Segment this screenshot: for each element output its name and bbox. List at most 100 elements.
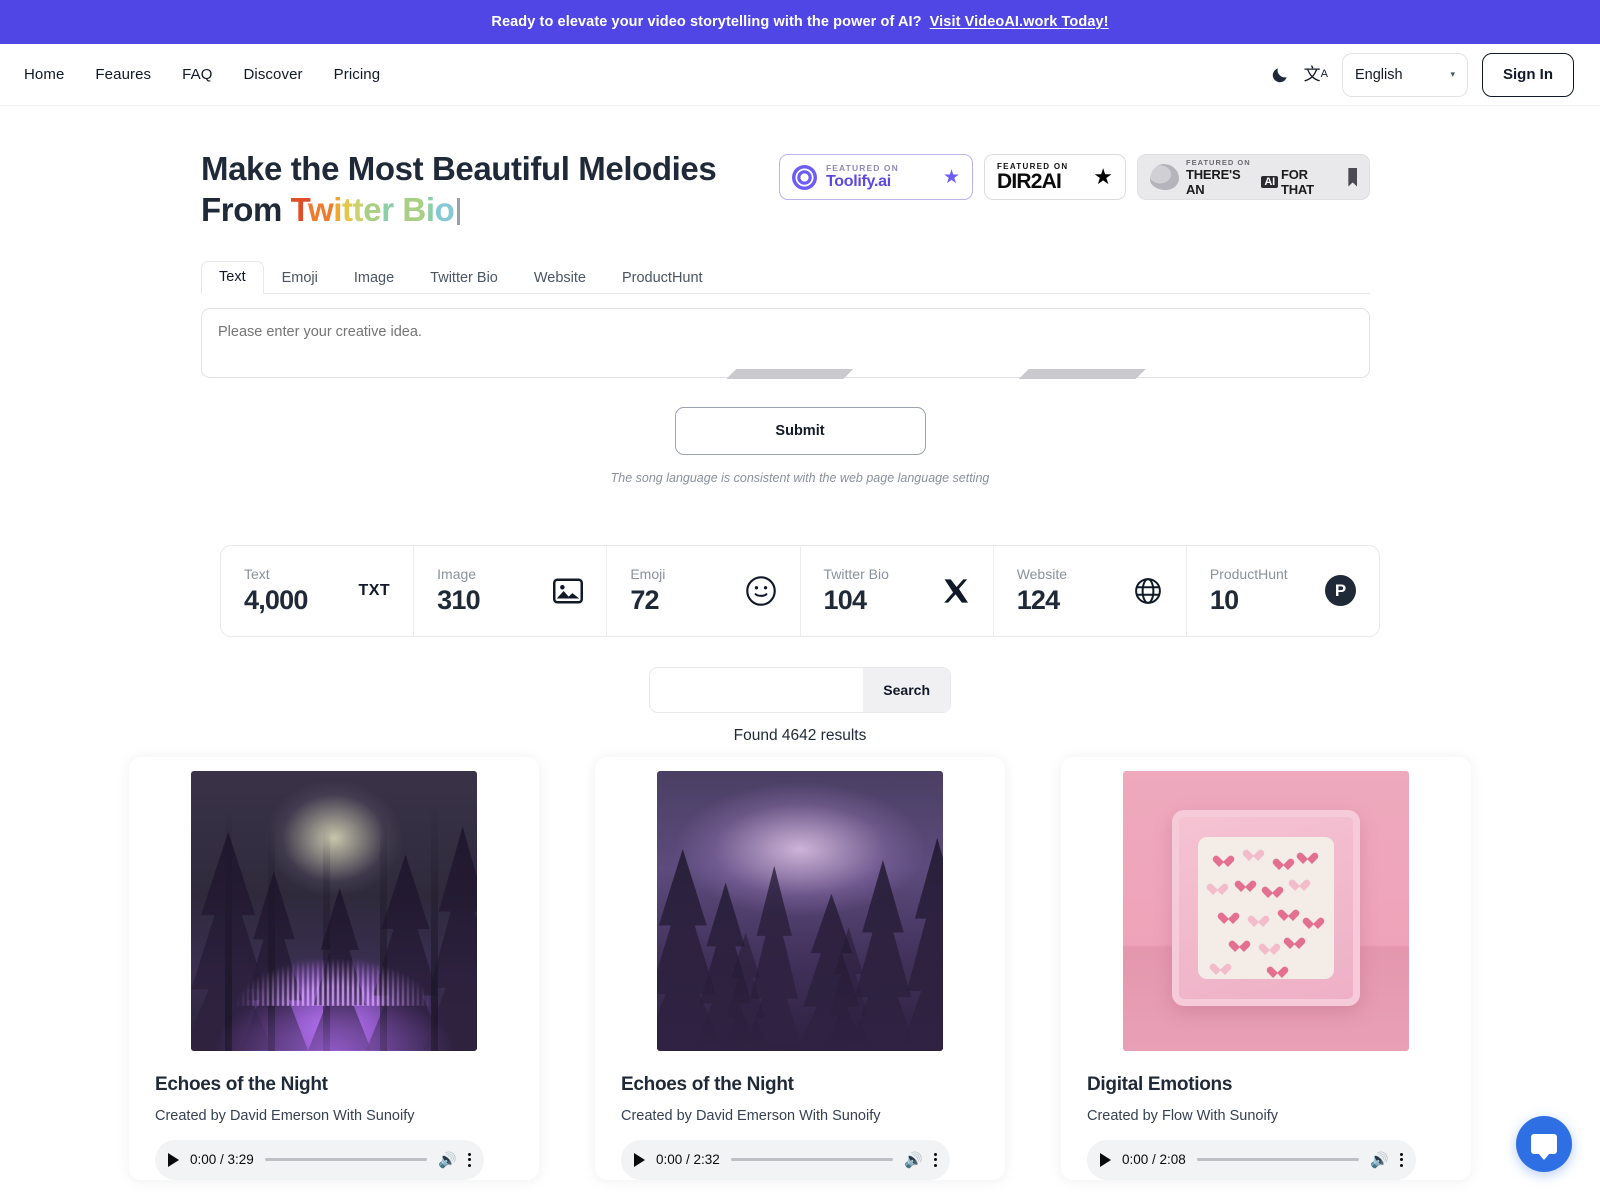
song-card[interactable]: Echoes of the Night Created by David Eme… [595, 756, 1005, 1180]
toolify-logo-icon [792, 164, 817, 190]
textarea-resize-grip[interactable] [210, 368, 1370, 379]
stat-twitter-bio-label: Twitter Bio [823, 565, 889, 582]
generator-tabs: Text Emoji Image Twitter Bio Website Pro… [201, 260, 1370, 294]
nav-right-controls: 文A English ▾ Sign In [1270, 52, 1574, 97]
song-creator: Created by Flow With Sunoify [1087, 1107, 1278, 1124]
stat-producthunt-value: 10 [1209, 584, 1239, 615]
picture-icon [553, 578, 584, 604]
tab-emoji[interactable]: Emoji [264, 262, 336, 294]
nav-links: Home Feaures FAQ Discover Pricing [24, 66, 380, 83]
submit-button[interactable]: Submit [674, 406, 926, 455]
stat-website: Website 124 [994, 545, 1187, 636]
audio-time-display: 0:00 / 3:29 [190, 1152, 254, 1167]
badge-dir2ai[interactable]: FEATURED ON DIR2AI ★ [984, 154, 1126, 200]
stat-text-value: 4,000 [244, 584, 308, 615]
bookmark-icon [1348, 167, 1357, 187]
stat-image: Image 310 [414, 545, 608, 636]
search-row: Search [0, 666, 1600, 713]
smiley-icon [745, 575, 777, 607]
translate-icon[interactable]: 文A [1304, 66, 1328, 83]
tab-producthunt[interactable]: ProductHunt [604, 262, 721, 294]
promo-banner-link[interactable]: Visit VideoAI.work Today! [930, 14, 1109, 30]
nav-item-discover[interactable]: Discover [243, 66, 302, 83]
audio-progress-slider[interactable] [264, 1157, 428, 1162]
play-button[interactable] [1100, 1152, 1111, 1167]
artwork-trees [657, 771, 943, 1051]
song-card-grid: Echoes of the Night Created by David Eme… [0, 756, 1600, 1180]
audio-progress-slider[interactable] [730, 1157, 894, 1162]
producthunt-icon: P [1325, 575, 1357, 606]
badge-toolify-brand: Toolify.ai [826, 173, 891, 190]
play-button[interactable] [168, 1152, 179, 1167]
submit-row: Submit [24, 406, 1576, 455]
hero-gradient-word: Twitter Bio [290, 191, 455, 229]
featured-badges: FEATURED ON Toolify.ai ★ FEATURED ON DIR… [779, 148, 1576, 200]
star-icon: ★ [1093, 164, 1113, 189]
star-icon: ★ [942, 166, 960, 188]
more-options-icon[interactable] [934, 1150, 937, 1169]
language-select[interactable]: English ▾ [1342, 52, 1468, 97]
promo-banner-text: Ready to elevate your video storytelling… [491, 14, 922, 30]
badge-taaft-chip: AI [1261, 175, 1278, 188]
results-count: Found 4642 results [733, 726, 867, 744]
main-navbar: Home Feaures FAQ Discover Pricing 文A Eng… [0, 44, 1600, 106]
audio-progress-slider[interactable] [1196, 1157, 1360, 1162]
volume-icon[interactable]: 🔊 [1370, 1151, 1389, 1169]
chat-widget-button[interactable] [1516, 1116, 1572, 1172]
song-artwork [657, 770, 943, 1051]
artwork-waveform [202, 945, 466, 1006]
artwork-frame [1171, 809, 1361, 1006]
sign-in-button[interactable]: Sign In [1482, 52, 1574, 97]
hero-title-line1: Make the Most Beautiful Melodies [201, 150, 717, 187]
search-input[interactable] [650, 667, 864, 712]
chevron-down-icon: ▾ [1450, 69, 1455, 79]
tab-text[interactable]: Text [201, 260, 264, 294]
stat-twitter-bio-value: 104 [823, 584, 867, 615]
hero-title-line2-prefix: From [201, 191, 291, 229]
song-card[interactable]: Echoes of the Night Created by David Eme… [129, 756, 539, 1180]
globe-icon [1133, 576, 1163, 606]
song-card[interactable]: Digital Emotions Created by Flow With Su… [1061, 756, 1471, 1180]
cat-logo-icon [1150, 164, 1179, 190]
badge-toolify[interactable]: FEATURED ON Toolify.ai ★ [779, 154, 973, 200]
more-options-icon[interactable] [468, 1150, 471, 1169]
stat-website-value: 124 [1016, 584, 1060, 615]
stat-twitter-bio: Twitter Bio 104 [801, 545, 994, 636]
badge-taaft-brand-part1: THERE'S AN [1186, 166, 1241, 197]
nav-item-home[interactable]: Home [24, 66, 64, 83]
badge-taaft-brand: THERE'S AN AI FOR THAT [1186, 167, 1341, 197]
song-title: Digital Emotions [1087, 1073, 1233, 1095]
song-creator: Created by David Emerson With Sunoify [621, 1107, 881, 1124]
x-twitter-icon [942, 577, 970, 605]
more-options-icon[interactable] [1400, 1150, 1403, 1169]
audio-time-display: 0:00 / 2:32 [656, 1152, 720, 1167]
badge-taaft-featured-label: FEATURED ON [1186, 157, 1251, 167]
stat-producthunt-label: ProductHunt [1209, 565, 1288, 582]
play-button[interactable] [634, 1152, 645, 1167]
stat-emoji-value: 72 [630, 584, 659, 615]
artwork-hearts [1197, 836, 1335, 979]
stats-bar: Text 4,000 TXT Image 310 Emoji 72 Twitte… [220, 544, 1380, 637]
stat-image-value: 310 [437, 584, 480, 615]
nav-item-pricing[interactable]: Pricing [334, 66, 381, 83]
stat-image-label: Image [437, 565, 477, 582]
nav-item-features[interactable]: Feaures [95, 66, 151, 83]
nav-item-faq[interactable]: FAQ [182, 66, 212, 83]
stat-emoji-label: Emoji [630, 565, 666, 582]
tab-twitter-bio[interactable]: Twitter Bio [412, 262, 516, 294]
stat-website-label: Website [1016, 565, 1068, 582]
chat-bubble-icon [1531, 1134, 1557, 1160]
hero-section: Make the Most Beautiful Melodies From Tw… [0, 106, 1600, 231]
audio-player: 0:00 / 2:32 🔊 [621, 1139, 950, 1180]
moon-icon[interactable] [1270, 65, 1290, 85]
badge-theres-an-ai-for-that[interactable]: FEATURED ON THERE'S AN AI FOR THAT [1137, 154, 1370, 200]
tab-website[interactable]: Website [516, 262, 604, 294]
language-select-value: English [1355, 66, 1403, 83]
stat-text-label: Text [244, 565, 270, 582]
volume-icon[interactable]: 🔊 [438, 1151, 457, 1169]
creative-idea-textarea[interactable] [201, 307, 1370, 378]
tab-image[interactable]: Image [336, 262, 412, 294]
generator-panel: Text Emoji Image Twitter Bio Website Pro… [0, 260, 1600, 485]
volume-icon[interactable]: 🔊 [904, 1151, 923, 1169]
search-button[interactable]: Search [863, 667, 950, 712]
